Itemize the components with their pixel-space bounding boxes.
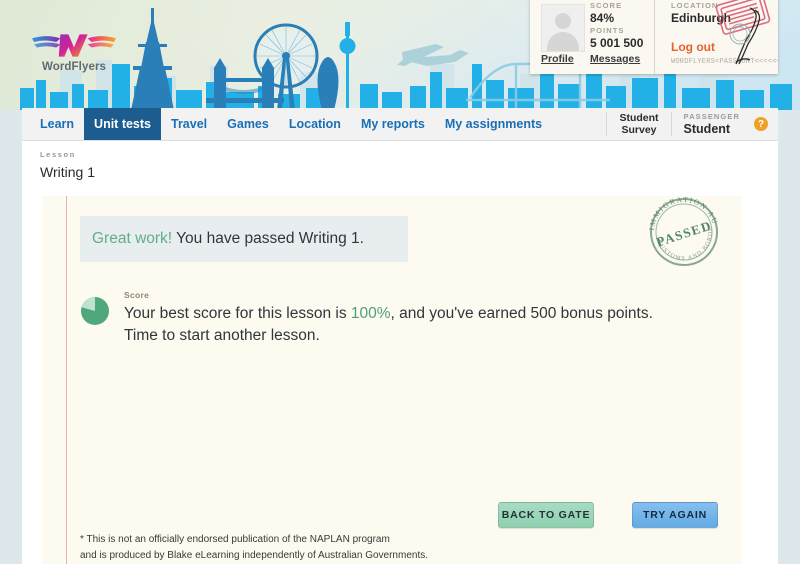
airplane-icon: [397, 44, 469, 66]
score-eyebrow-label: Score: [124, 290, 724, 300]
points-value: 5 001 500: [590, 36, 643, 50]
disclaimer-line-2: and is produced by Blake eLearning indep…: [80, 548, 428, 564]
nav-item-my-reports[interactable]: My reports: [351, 108, 435, 140]
nav-secondary-items: Student Survey PASSENGER Student ?: [606, 108, 778, 140]
passport-card: Profile SCORE 84% POINTS 5 001 500 Messa…: [530, 0, 778, 74]
gherkin-icon: [318, 57, 339, 110]
back-to-gate-button[interactable]: BACK TO GATE: [498, 502, 594, 528]
disclaimer-line-1: * This is not an officially endorsed pub…: [80, 532, 428, 548]
eiffel-tower-icon: [131, 8, 174, 110]
points-block: POINTS 5 001 500: [590, 26, 643, 50]
nav-item-learn[interactable]: Learn: [30, 108, 84, 140]
points-label: POINTS: [590, 26, 643, 35]
success-banner: Great work! You have passed Writing 1.: [80, 216, 408, 262]
score-copy: Score Your best score for this lesson is…: [124, 290, 724, 348]
wordflyers-logo[interactable]: WordFlyers: [28, 30, 120, 78]
main-navigation: Learn Unit tests Travel Games Location M…: [22, 108, 778, 141]
score-block: SCORE 84%: [590, 1, 622, 25]
nav-item-travel[interactable]: Travel: [161, 108, 217, 140]
score-value: 84%: [590, 11, 622, 25]
passenger-label: PASSENGER: [684, 112, 740, 121]
score-pie-icon: [80, 296, 110, 326]
nav-item-games[interactable]: Games: [217, 108, 279, 140]
passport-right-page: LOCATION Edinburgh Log out WORDFLYERS<PA…: [655, 0, 778, 74]
paper-margin-line: [66, 196, 67, 564]
success-banner-rest: You have passed Writing 1.: [172, 230, 364, 247]
lesson-result-panel: IMMIGRATION AUSTRALIA CUSTOMS AND BORDER…: [42, 196, 742, 564]
student-survey-link[interactable]: Student Survey: [607, 108, 670, 140]
lesson-eyebrow-label: Lesson: [40, 150, 95, 159]
help-question-icon[interactable]: ?: [754, 117, 768, 131]
nav-item-unit-tests[interactable]: Unit tests: [84, 108, 161, 140]
page-title: Writing 1: [40, 164, 95, 180]
naplan-disclaimer: * This is not an officially endorsed pub…: [80, 532, 428, 564]
survey-line-1: Student: [619, 112, 658, 124]
try-again-button[interactable]: TRY AGAIN: [632, 502, 718, 528]
passenger-info: PASSENGER Student: [672, 108, 754, 140]
success-banner-highlight: Great work!: [92, 230, 172, 247]
nav-item-my-assignments[interactable]: My assignments: [435, 108, 552, 140]
score-percentage: 100%: [351, 305, 391, 322]
score-line2: Time to start another lesson.: [124, 327, 320, 344]
user-avatar-icon[interactable]: [541, 4, 585, 52]
wordflyers-wing-logo-icon: [31, 30, 117, 60]
passport-left-page: Profile SCORE 84% POINTS 5 001 500 Messa…: [530, 0, 654, 74]
survey-line-2: Survey: [619, 124, 658, 136]
tower-bridge-icon: [206, 58, 284, 110]
score-line1-post: , and you've earned 500 bonus points.: [391, 305, 653, 322]
logout-link[interactable]: Log out: [671, 40, 715, 54]
signature-icon: [728, 4, 770, 66]
passenger-name: Student: [684, 122, 740, 136]
logo-wordmark: WordFlyers: [28, 61, 120, 73]
success-banner-text: Great work! You have passed Writing 1.: [92, 230, 364, 248]
header-banner: WordFlyers Profile SCORE 84% POINTS 5 00…: [0, 0, 800, 110]
passed-stamp-icon: IMMIGRATION AUSTRALIA CUSTOMS AND BORDER…: [640, 188, 728, 276]
nav-item-location[interactable]: Location: [279, 108, 351, 140]
messages-link[interactable]: Messages: [590, 53, 640, 65]
profile-link[interactable]: Profile: [541, 53, 574, 65]
lesson-header: Lesson Writing 1: [40, 150, 95, 180]
score-label: SCORE: [590, 1, 622, 10]
nav-primary-items: Learn Unit tests Travel Games Location M…: [30, 108, 552, 140]
score-line1-pre: Your best score for this lesson is: [124, 305, 351, 322]
score-body-text: Your best score for this lesson is 100%,…: [124, 303, 724, 348]
